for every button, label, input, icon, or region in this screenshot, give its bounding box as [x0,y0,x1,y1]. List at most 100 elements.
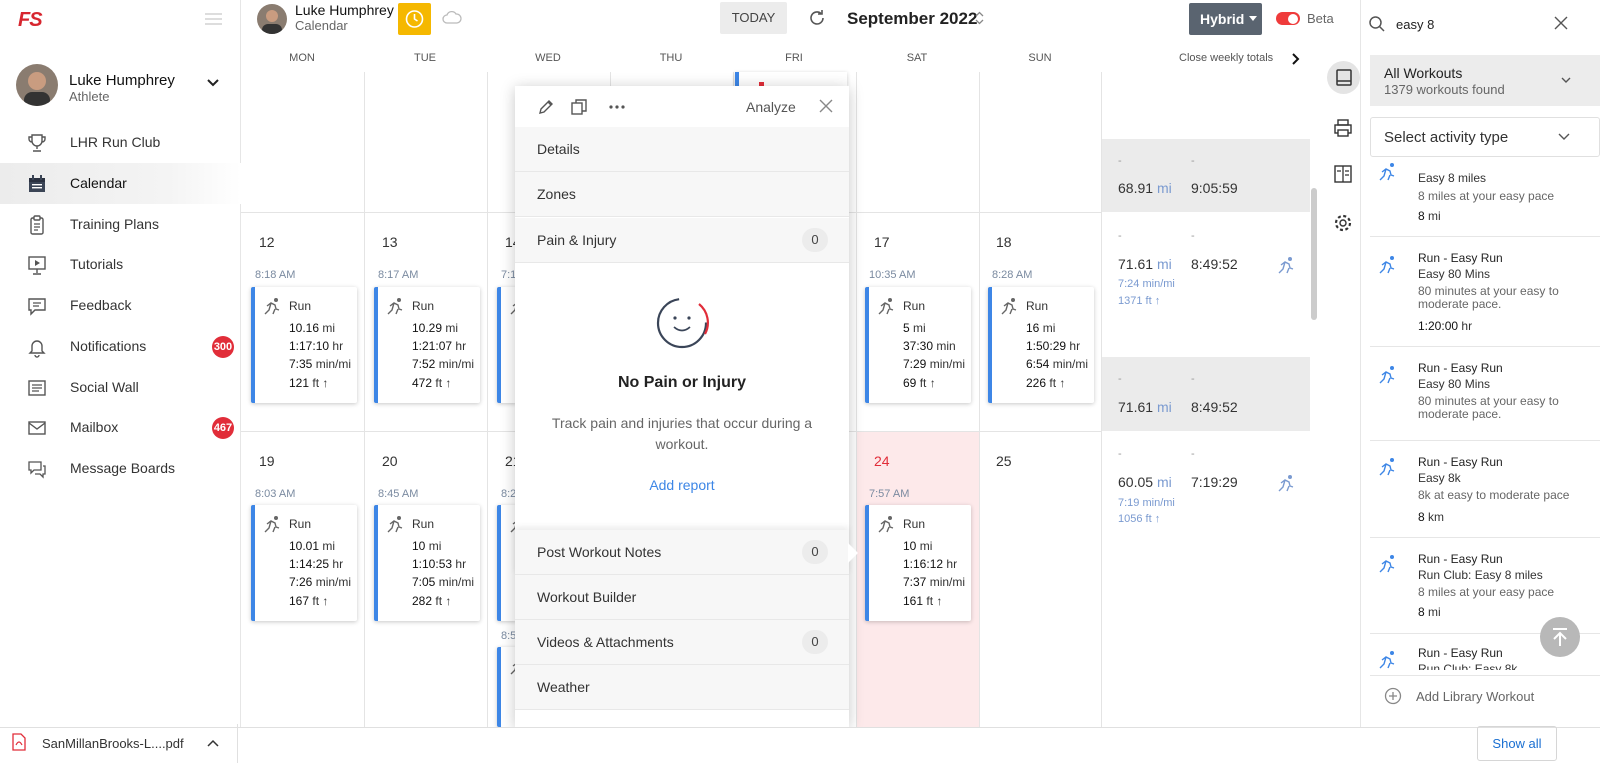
month-sort-icon[interactable] [975,11,984,25]
user-name[interactable]: Luke Humphrey [69,72,175,89]
chevron-down-icon[interactable] [206,78,220,88]
library-item[interactable]: Easy 8 miles 8 miles at your easy pace 8… [1370,160,1600,237]
date-19[interactable]: 19 [259,453,275,469]
sidebar-item-mailbox[interactable]: Mailbox 467 [0,407,241,448]
add-library-divider [1370,675,1600,676]
sidebar-item-training-plans[interactable]: Training Plans [0,204,241,245]
total-dash: - [1118,155,1122,167]
copy-icon[interactable] [570,98,588,116]
sidebar-item-notifications[interactable]: Notifications 300 [0,326,241,367]
layout-icon[interactable] [1332,163,1354,185]
section-weather[interactable]: Weather [515,665,849,710]
calendar-scrollbar[interactable] [1311,188,1317,320]
library-item-title: Run - Easy Run [1418,455,1503,469]
section-post-workout-notes[interactable]: Post Workout Notes 0 [515,530,849,575]
clock-button[interactable] [398,3,431,35]
friday-workout-card[interactable] [735,72,847,86]
workout-card[interactable]: Run 10.01 mi 1:14:25 hr 7:26 min/mi 167 … [251,505,357,621]
run-icon[interactable] [1277,474,1297,494]
settings-icon[interactable] [1332,212,1354,234]
workout-card[interactable]: Run 10.29 mi 1:21:07 hr 7:52 min/mi 472 … [374,287,480,403]
workout-card[interactable]: Run 10 mi 1:10:53 hr 7:05 min/mi 282 ft … [374,505,480,621]
workout-time: 7:1 [501,269,517,281]
workout-card[interactable]: Run 16 mi 1:50:29 hr 6:54 min/mi 226 ft … [988,287,1094,403]
library-item-name: Easy 80 Mins [1418,377,1491,391]
edit-icon[interactable] [537,98,555,116]
workout-time: 8:18 AM [255,269,296,281]
arrow-up-icon: ↑ [445,376,452,390]
workout-card[interactable]: Run 5 mi 37:30 min 7:29 min/mi 69 ft ↑ [865,287,971,403]
date-17[interactable]: 17 [874,234,890,250]
section-videos-attachments[interactable]: Videos & Attachments 0 [515,620,849,665]
download-file-name[interactable]: SanMillanBrooks-L....pdf [42,736,184,751]
workout-card[interactable] [497,287,517,403]
refresh-icon[interactable] [807,8,827,28]
workout-card[interactable] [497,505,517,621]
run-icon [386,297,406,317]
beta-toggle[interactable] [1276,12,1300,25]
date-25[interactable]: 25 [996,453,1012,469]
athlete-avatar[interactable] [257,4,287,34]
more-options-icon[interactable] [609,105,625,109]
sidebar-item-lhr-run-club[interactable]: LHR Run Club [0,122,241,163]
section-zones[interactable]: Zones [515,172,849,217]
workout-card[interactable] [497,647,517,727]
presentation-icon [26,254,48,276]
add-library-workout-button[interactable]: Add Library Workout [1416,689,1534,704]
run-icon[interactable] [1277,256,1297,276]
clipboard-icon [26,214,48,236]
close-icon[interactable] [819,99,833,113]
date-20[interactable]: 20 [382,453,398,469]
sidebar-item-tutorials[interactable]: Tutorials [0,244,241,285]
library-item-title: Run - Easy Run [1418,552,1503,566]
arrow-up-icon: ↑ [322,594,329,608]
pace-value: 7:35 [289,357,313,371]
notification-badge: 300 [212,336,234,358]
empty-title: No Pain or Injury [617,374,746,391]
tablet-view-button[interactable] [1327,61,1360,94]
clear-search-icon[interactable] [1554,16,1568,30]
sidebar-item-feedback[interactable]: Feedback [0,285,241,326]
library-item-value: 8 mi [1418,209,1441,223]
print-icon[interactable] [1332,117,1354,139]
chevron-right-icon[interactable] [1291,52,1301,66]
library-item[interactable]: Run - Easy Run Easy 8k 8k at easy to mod… [1370,441,1600,538]
section-pain-injury[interactable]: Pain & Injury 0 [515,218,849,263]
section-details[interactable]: Details [515,127,849,172]
date-24[interactable]: 24 [874,453,890,469]
section-workout-builder[interactable]: Workout Builder [515,575,849,620]
user-avatar[interactable] [16,64,58,106]
month-selector[interactable]: September 2022 [847,9,977,29]
date-12[interactable]: 12 [259,234,275,250]
date-13[interactable]: 13 [382,234,398,250]
library-item[interactable]: Run - Easy Run Easy 80 Mins 80 minutes a… [1370,347,1600,441]
sidebar-item-social-wall[interactable]: Social Wall [0,367,241,408]
sidebar-item-calendar[interactable]: Calendar [0,163,241,204]
view-dropdown[interactable]: Hybrid [1189,3,1262,35]
cloud-icon[interactable] [442,10,462,26]
workout-time: 10:35 AM [869,269,916,281]
distance-unit: mi [322,539,336,553]
chevron-up-icon[interactable] [207,739,219,747]
sidebar-item-label: Social Wall [70,379,139,395]
show-all-button[interactable]: Show all [1477,726,1557,761]
sidebar-item-message-boards[interactable]: Message Boards [0,448,241,489]
library-search-input[interactable]: easy 8 [1396,17,1434,32]
elevation-value: 226 [1026,376,1047,390]
athlete-name[interactable]: Luke Humphrey [295,2,394,18]
add-circle-icon[interactable] [1384,687,1402,705]
date-18[interactable]: 18 [996,234,1012,250]
distance-value: 16 [1026,321,1040,335]
workout-card[interactable]: Run 10.16 mi 1:17:10 hr 7:35 min/mi 121 … [251,287,357,403]
section-count: 0 [802,630,828,654]
app-logo[interactable]: FS [18,9,43,32]
menu-icon[interactable] [205,13,222,26]
library-item[interactable]: Run - Easy Run Easy 80 Mins 80 minutes a… [1370,237,1600,347]
today-button[interactable]: TODAY [720,2,787,34]
sidebar-item-label: Message Boards [70,460,176,476]
workout-card[interactable]: Run 10 mi 1:16:12 hr 7:37 min/mi 161 ft … [865,505,971,621]
scroll-to-top-button[interactable] [1540,617,1580,657]
analyze-button[interactable]: Analyze [746,99,796,115]
add-report-link[interactable]: Add report [515,477,849,493]
close-weekly-totals-link[interactable]: Close weekly totals [1179,52,1273,64]
